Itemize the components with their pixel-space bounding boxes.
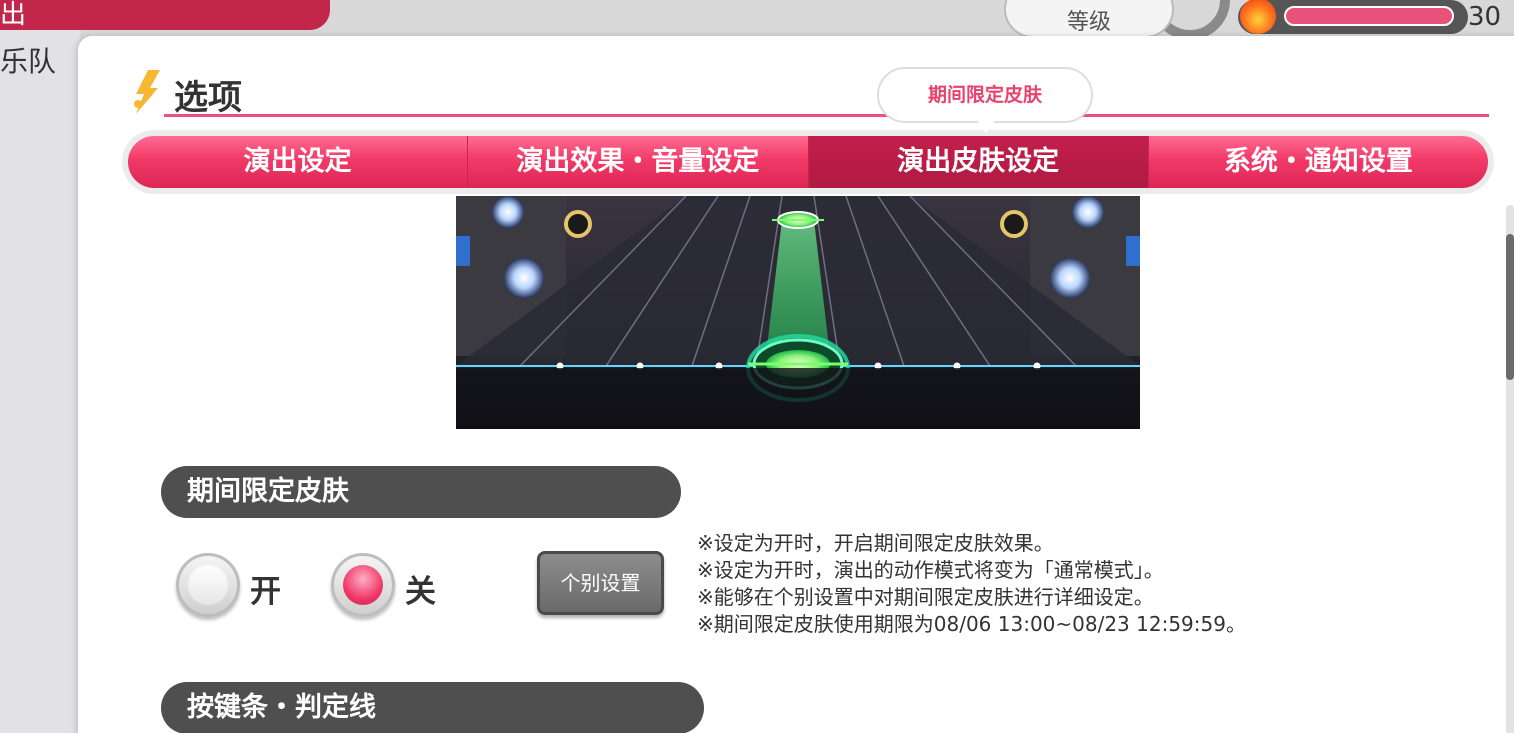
individual-settings-button[interactable]: 个别设置 (537, 551, 664, 615)
background-top-text: 出 (0, 0, 27, 30)
section-header-limited-skin: 期间限定皮肤 (161, 466, 681, 518)
tab-performance-settings[interactable]: 演出设定 (128, 136, 469, 188)
lightning-icon (134, 70, 160, 114)
note-line: ※设定为开时，演出的动作模式将变为「通常模式」。 (697, 558, 1164, 582)
tooltip-tail (976, 119, 996, 133)
level-label: 等级 (1066, 10, 1111, 35)
level-badge: 等级 (1004, 0, 1174, 38)
page-title: 选项 (174, 78, 242, 118)
notes-block: ※设定为开时，开启期间限定皮肤效果。 ※设定为开时，演出的动作模式将变为「通常模… (697, 530, 1246, 638)
skin-preview-image (456, 196, 1140, 429)
radio-off-label: 关 (405, 574, 436, 610)
radio-on[interactable] (176, 553, 240, 617)
stamina-fill (1284, 6, 1454, 26)
radio-off[interactable] (331, 553, 395, 617)
background-panel (0, 0, 80, 733)
tab-tooltip: 期间限定皮肤 (877, 67, 1093, 123)
scrollbar-thumb[interactable] (1506, 234, 1514, 380)
note-line: ※设定为开时，开启期间限定皮肤效果。 (697, 531, 1054, 555)
title-divider (164, 114, 1489, 117)
tab-effects-volume[interactable]: 演出效果・音量设定 (468, 136, 809, 188)
note-line: ※期间限定皮肤使用期限为08/06 13:00~08/23 12:59:59。 (697, 612, 1246, 636)
tab-system-notification[interactable]: 系统・通知设置 (1148, 136, 1488, 188)
background-top-button (0, 0, 330, 30)
background-band-label: 乐队 (0, 45, 57, 78)
section-header-lane: 按键条・判定线 (161, 682, 704, 733)
tab-bar: 演出设定 演出效果・音量设定 演出皮肤设定 系统・通知设置 (122, 130, 1494, 194)
note-line: ※能够在个别设置中对期间限定皮肤进行详细设定。 (697, 585, 1154, 609)
radio-on-label: 开 (250, 574, 281, 610)
tab-skin-settings[interactable]: 演出皮肤设定 (808, 136, 1149, 188)
